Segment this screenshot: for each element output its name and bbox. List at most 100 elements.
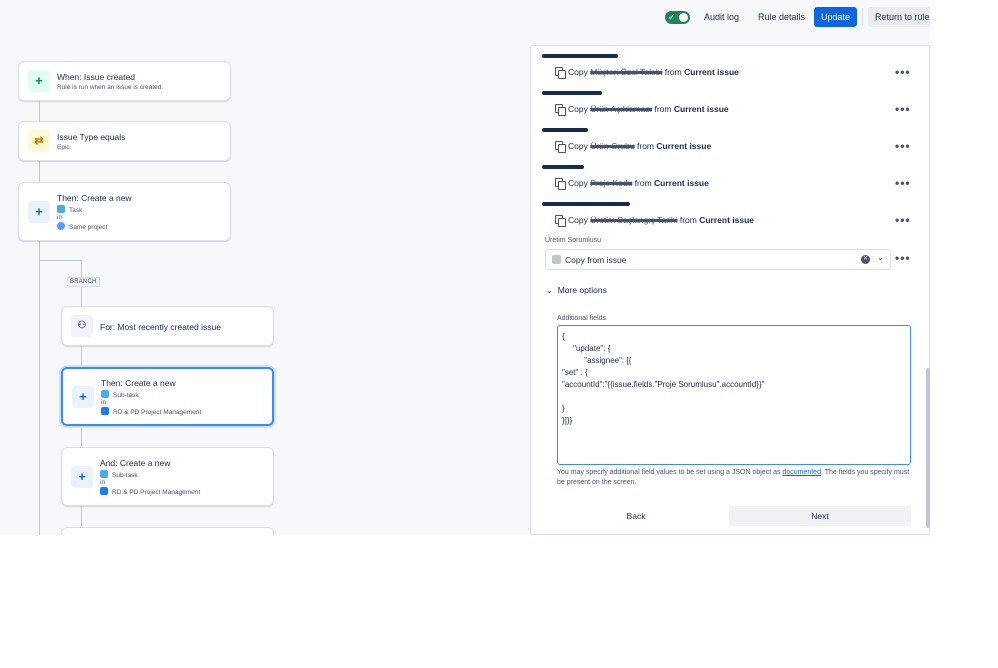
documented-link[interactable]: documented xyxy=(782,469,821,476)
trigger-title: When: Issue created xyxy=(57,72,135,82)
action-create-title: Then: Create a new xyxy=(57,193,132,203)
field-name: Üretim Başlangıç Tarihi xyxy=(590,215,678,225)
more-icon[interactable]: ••• xyxy=(895,103,911,115)
project-icon xyxy=(101,407,109,415)
branch-action-1-card[interactable]: + Then: Create a new Sub-task in RD & PD… xyxy=(61,367,274,426)
update-button[interactable]: Update xyxy=(814,7,857,27)
issue-type-value: Sub-task xyxy=(112,472,138,479)
project-icon xyxy=(100,487,108,495)
additional-fields-label: Additional fields xyxy=(557,315,607,322)
issue-type-line: Task xyxy=(57,205,82,214)
branch-title: For: Most recently created issue xyxy=(100,322,221,332)
issue-type-line: Sub-task xyxy=(101,390,139,399)
uretim-sorumlusu-label: Üretim Sorumlusu xyxy=(545,237,602,244)
rule-details-link[interactable]: Rule details xyxy=(758,8,805,27)
copy-icon xyxy=(555,215,566,227)
more-icon[interactable]: ••• xyxy=(895,66,911,78)
field-name: Ürün Grubu xyxy=(590,141,635,151)
more-icon[interactable]: ••• xyxy=(895,252,911,264)
branch-action-2-title: And: Create a new xyxy=(100,458,171,468)
connector-line xyxy=(81,426,82,447)
additional-fields-textarea[interactable]: { "update": { "assignee": [{ "set" : { "… xyxy=(557,325,911,465)
chevron-down-icon[interactable]: ⌄ xyxy=(877,253,884,262)
plus-icon: + xyxy=(28,201,50,223)
trigger-card[interactable]: + When: Issue created Rule is run when a… xyxy=(18,61,231,101)
redacted-field-label xyxy=(542,202,630,206)
chevron-icon: ⌄ xyxy=(546,286,553,295)
field-name: Proje Kodu xyxy=(590,178,633,188)
redacted-field-label xyxy=(542,54,618,58)
connector-line xyxy=(39,161,40,182)
plus-icon: + xyxy=(28,70,50,92)
rule-enabled-toggle[interactable]: ✓ xyxy=(665,11,690,24)
more-options-toggle[interactable]: ⌄ More options xyxy=(546,285,607,295)
project-line: Same project xyxy=(57,222,107,231)
field-name: Müşteri Özel Talebi xyxy=(590,67,663,77)
top-bar: ✓ Audit log Rule details Update Return t… xyxy=(0,0,930,36)
plus-icon: + xyxy=(72,386,94,408)
in-label: in xyxy=(100,479,106,486)
action-create-card[interactable]: + Then: Create a new Task in Same projec… xyxy=(18,182,231,241)
condition-title: Issue Type equals xyxy=(57,132,126,142)
audit-log-link[interactable]: Audit log xyxy=(704,8,739,27)
copy-icon xyxy=(555,67,566,79)
copy-row: Copy Üretim Başlangıç Tarihi from Curren… xyxy=(555,213,754,227)
check-icon: ✓ xyxy=(668,12,676,22)
next-action-card[interactable] xyxy=(61,527,274,535)
field-name: Ürün Açıklaması xyxy=(590,104,653,114)
source-value: Current issue xyxy=(699,215,755,225)
branch-card[interactable]: ⚇ For: Most recently created issue xyxy=(61,306,274,346)
trigger-subtitle: Rule is run when an issue is created. xyxy=(57,84,164,91)
automation-editor: ✓ Audit log Rule details Update Return t… xyxy=(0,0,930,535)
shuffle-icon: ⇄ xyxy=(28,130,50,152)
project-value: RD & PD Project Management xyxy=(113,409,202,416)
copy-row: Copy Müşteri Özel Talebi from Current is… xyxy=(555,65,739,79)
project-value: Same project xyxy=(69,224,108,231)
globe-icon xyxy=(57,222,65,230)
redacted-field-label xyxy=(542,165,584,169)
branch-icon: ⚇ xyxy=(71,315,93,337)
redacted-field-label xyxy=(542,91,602,95)
connector-line xyxy=(81,346,82,367)
branch-action-2-card[interactable]: + And: Create a new Sub-task in RD & PD … xyxy=(61,447,274,506)
more-icon[interactable]: ••• xyxy=(895,140,911,152)
subtask-icon xyxy=(100,470,108,478)
user-icon xyxy=(552,255,561,264)
more-icon[interactable]: ••• xyxy=(895,177,911,189)
branch-tag: BRANCH xyxy=(67,277,100,287)
source-value: Current issue xyxy=(684,67,739,77)
project-line: RD & PD Project Management xyxy=(101,407,201,416)
project-line: RD & PD Project Management xyxy=(100,487,200,496)
select-value: Copy from issue xyxy=(565,255,627,265)
connector-line xyxy=(39,100,40,121)
copy-icon xyxy=(555,104,566,116)
branch-action-1-title: Then: Create a new xyxy=(101,378,176,388)
source-value: Current issue xyxy=(673,104,729,114)
task-icon xyxy=(57,205,65,213)
more-icon[interactable]: ••• xyxy=(895,214,911,226)
copy-row: Copy Ürün Açıklaması from Current issue xyxy=(555,102,729,116)
back-button[interactable]: Back xyxy=(555,506,717,526)
clear-icon[interactable]: ✕ xyxy=(861,255,870,264)
issue-type-line: Sub-task xyxy=(100,470,138,479)
in-label: in xyxy=(57,214,63,221)
help-text: You may specify additional field values … xyxy=(557,469,910,486)
copy-icon xyxy=(555,178,566,190)
connector-line xyxy=(81,506,82,527)
issue-type-value: Sub-task xyxy=(113,392,139,399)
copy-icon xyxy=(555,141,566,153)
plus-icon: + xyxy=(71,466,93,488)
project-value: RD & PD Project Management xyxy=(112,489,201,496)
panel-scrollbar[interactable] xyxy=(926,368,930,528)
topbar-divider xyxy=(862,8,863,26)
source-value: Current issue xyxy=(656,141,712,151)
next-button[interactable]: Next xyxy=(729,506,911,526)
return-to-rules-button[interactable]: Return to rule xyxy=(868,7,930,27)
condition-subtitle: Epic xyxy=(57,144,70,151)
toggle-knob xyxy=(679,13,688,22)
redacted-field-label xyxy=(542,128,588,132)
condition-card[interactable]: ⇄ Issue Type equals Epic xyxy=(18,121,231,161)
copy-row: Copy Proje Kodu from Current issue xyxy=(555,176,709,190)
uretim-sorumlusu-select[interactable]: Copy from issue ✕ ⌄ xyxy=(545,249,891,270)
issue-type-value: Task xyxy=(69,207,83,214)
